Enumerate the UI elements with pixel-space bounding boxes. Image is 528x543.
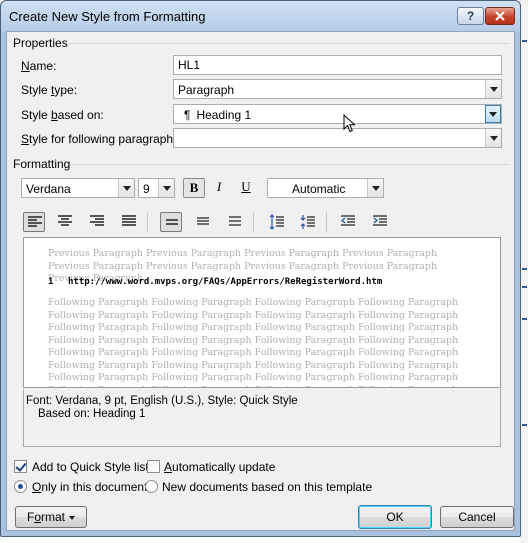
name-label: Name: [21,59,57,73]
justify-icon [122,215,136,226]
increase-indent-icon [373,215,387,226]
italic-button[interactable]: I [208,178,230,198]
align-right-icon [90,215,104,226]
close-icon [495,11,505,21]
chevron-down-icon[interactable] [485,129,501,147]
description-line-based-on: Based on: Heading 1 [38,408,146,420]
formatting-section-label: Formatting [13,157,71,171]
font-color-dropdown[interactable]: Automatic [267,178,384,198]
one-half-spacing-button[interactable] [192,212,214,232]
properties-divider [69,43,509,44]
following-style-dropdown[interactable] [173,128,502,148]
add-to-quick-style-label[interactable]: Add to Quick Style list [32,460,149,474]
title-bar: Create New Style from Formatting ? [1,1,520,31]
style-description: Font: Verdana, 9 pt, English (U.S.), Sty… [23,389,501,447]
add-to-quick-style-checkbox[interactable] [14,460,27,473]
close-button[interactable] [485,7,515,25]
single-spacing-button[interactable] [160,212,182,232]
new-documents-template-label[interactable]: New documents based on this template [162,480,372,494]
name-field[interactable]: HL1 [173,55,502,75]
double-spacing-icon [229,216,241,226]
align-left-icon [28,216,42,227]
properties-section-label: Properties [13,36,68,50]
decrease-indent-button[interactable] [337,212,359,232]
preview-following-paragraph: Following Paragraph Following Paragraph … [48,297,459,387]
font-name-dropdown[interactable]: Verdana [21,178,135,198]
one-half-spacing-icon [197,217,209,225]
description-line-font: Font: Verdana, 9 pt, English (U.S.), Sty… [26,395,298,407]
background-window-edge [520,0,528,543]
paragraph-mark-icon: ¶ [184,108,191,122]
align-center-icon [58,215,72,226]
style-type-label: Style type: [21,83,78,97]
chevron-down-icon[interactable] [485,105,501,123]
underline-button[interactable]: U [235,178,257,198]
align-center-button[interactable] [54,212,76,232]
align-left-button[interactable] [23,212,45,232]
create-new-style-dialog: Create New Style from Formatting ? Prope… [0,0,521,537]
justify-button[interactable] [118,212,140,232]
increase-indent-button[interactable] [369,212,391,232]
automatically-update-checkbox[interactable] [147,460,160,473]
style-preview-pane: Previous Paragraph Previous Paragraph Pr… [23,237,501,388]
chevron-down-icon[interactable] [158,179,174,197]
dialog-body: Properties Name: HL1 Style type: Paragra… [6,31,515,531]
style-based-on-dropdown[interactable]: ¶ Heading 1 [173,104,502,124]
increase-spacing-icon [269,214,284,230]
only-this-document-label[interactable]: Only in this document [32,480,147,494]
double-spacing-button[interactable] [224,212,246,232]
single-spacing-icon [166,219,178,225]
help-button[interactable]: ? [457,7,484,25]
mouse-pointer-icon [343,114,356,133]
decrease-indent-icon [340,215,355,226]
ok-button[interactable]: OK [358,505,432,529]
dialog-title: Create New Style from Formatting [9,9,206,24]
automatically-update-label[interactable]: Automatically update [164,460,275,474]
preview-sample-paragraph: 1 http://www.word.mvps.org/FAQs/AppErrors… [48,277,383,287]
format-button[interactable]: Format [15,506,87,528]
chevron-down-icon[interactable] [118,179,134,197]
bold-button[interactable]: B [183,178,205,198]
decrease-paragraph-spacing-button[interactable] [297,212,319,232]
chevron-down-icon [69,515,76,520]
only-this-document-radio[interactable] [14,480,27,493]
style-type-dropdown[interactable]: Paragraph [173,79,502,99]
chevron-down-icon[interactable] [367,179,383,197]
decrease-spacing-icon [300,215,315,229]
cancel-button[interactable]: Cancel [440,506,514,528]
new-documents-template-radio[interactable] [145,480,158,493]
increase-paragraph-spacing-button[interactable] [266,212,288,232]
align-right-button[interactable] [86,212,108,232]
font-size-dropdown[interactable]: 9 [138,178,175,198]
chevron-down-icon[interactable] [485,80,501,98]
style-based-on-label: Style based on: [21,108,104,122]
formatting-divider [71,164,509,165]
following-style-label: Style for following paragraph: [21,132,177,146]
